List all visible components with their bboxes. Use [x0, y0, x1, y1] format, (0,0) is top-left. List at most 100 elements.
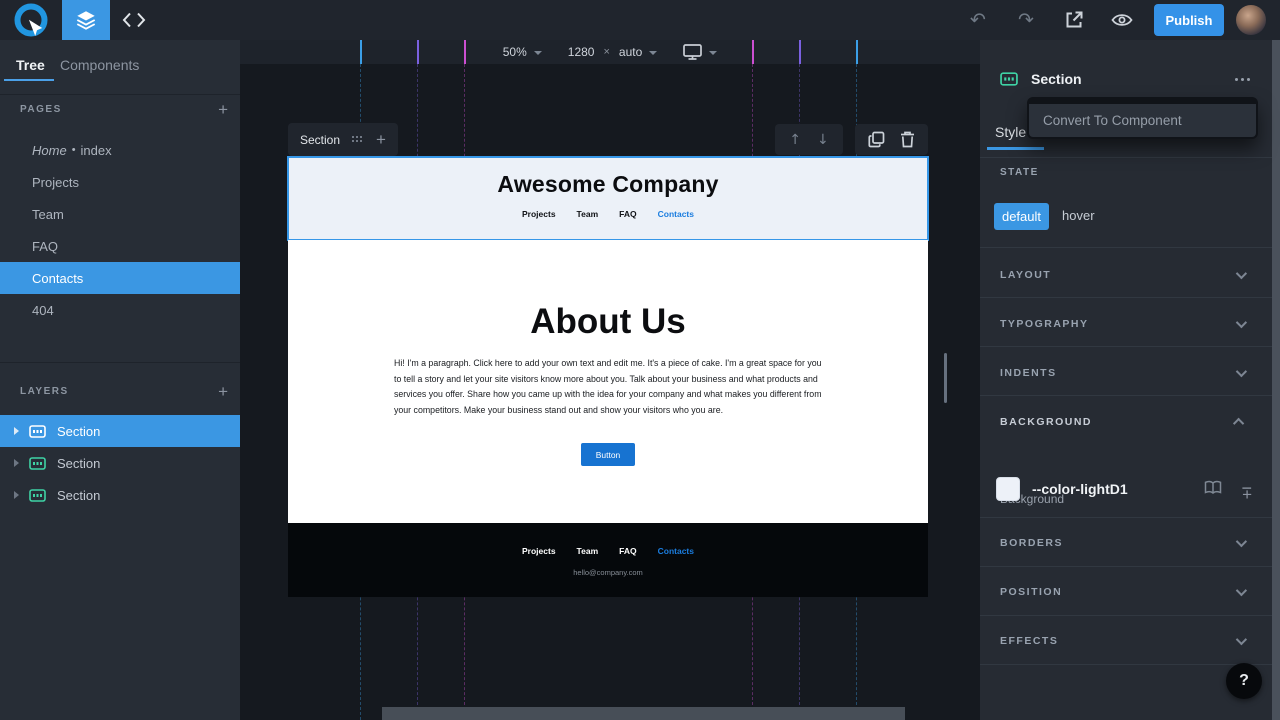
- layer-label: Section: [57, 488, 100, 503]
- viewport-height-value[interactable]: auto: [619, 45, 642, 59]
- sidebar-item-contacts[interactable]: Contacts: [0, 262, 240, 294]
- code-icon: [122, 12, 146, 28]
- menu-item-convert-to-component[interactable]: Convert To Component: [1029, 104, 1256, 137]
- expand-caret-icon[interactable]: [14, 459, 19, 467]
- chevron-down-icon: [1236, 535, 1247, 546]
- chevron-down-icon: [649, 51, 657, 55]
- publish-button[interactable]: Publish: [1154, 4, 1224, 36]
- element-actions-chip: [855, 124, 928, 155]
- add-layer-button[interactable]: +: [218, 383, 228, 400]
- page-label: Projects: [32, 175, 79, 190]
- preview-button[interactable]: [1098, 0, 1146, 40]
- layers-header-label: LAYERS: [20, 386, 69, 397]
- selected-element-label: Section: [300, 133, 340, 147]
- remove-background-button[interactable]: −: [1241, 478, 1252, 499]
- tab-style[interactable]: Style: [995, 124, 1026, 140]
- page-label: 404: [32, 303, 54, 318]
- sidebar-item-404[interactable]: 404: [0, 294, 240, 326]
- zoom-value: 50%: [503, 45, 527, 59]
- selected-element-chip: Section +: [288, 123, 398, 156]
- breakpoint-marker[interactable]: [752, 40, 754, 64]
- add-element-button[interactable]: +: [376, 131, 386, 148]
- breakpoint-marker[interactable]: [360, 40, 362, 64]
- pages-section-header: PAGES +: [20, 100, 228, 118]
- state-hover-option[interactable]: hover: [1062, 208, 1095, 223]
- accordion-typography[interactable]: TYPOGRAPHY: [980, 299, 1272, 348]
- design-canvas: 50% 1280 × auto Section + ↑ ↓: [240, 40, 980, 720]
- state-default-option[interactable]: default: [994, 203, 1049, 230]
- chevron-down-icon: [534, 51, 542, 55]
- nav-link-contacts[interactable]: Contacts: [658, 209, 694, 219]
- breakpoint-marker[interactable]: [464, 40, 466, 64]
- chevron-down-icon: [1236, 365, 1247, 376]
- breakpoint-marker[interactable]: [799, 40, 801, 64]
- user-avatar[interactable]: [1236, 5, 1266, 35]
- background-color-value[interactable]: --color-lightD1: [1032, 481, 1128, 497]
- footer-link-team[interactable]: Team: [577, 546, 599, 556]
- canvas-horizontal-scrollbar[interactable]: [382, 707, 905, 720]
- layers-icon: [75, 9, 97, 31]
- canvas-section-header[interactable]: Awesome Company Projects Team FAQ Contac…: [288, 157, 928, 240]
- zoom-select[interactable]: 50%: [503, 45, 542, 59]
- breakpoint-marker[interactable]: [417, 40, 419, 64]
- inspector-element-title: Section: [1031, 71, 1082, 87]
- accordion-background[interactable]: BACKGROUND: [980, 397, 1272, 446]
- drag-handle-icon[interactable]: [352, 136, 364, 144]
- canvas-section-about[interactable]: About Us Hi! I'm a paragraph. Click here…: [288, 240, 928, 523]
- canvas-section-footer[interactable]: Projects Team FAQ Contacts hello@company…: [288, 523, 928, 597]
- sidebar-item-team[interactable]: Team: [0, 198, 240, 230]
- accordion-effects[interactable]: EFFECTS: [980, 616, 1272, 665]
- accordion-layout[interactable]: LAYOUT: [980, 250, 1272, 299]
- canvas-vertical-scrollbar[interactable]: [944, 353, 947, 403]
- device-select[interactable]: [683, 44, 717, 60]
- duplicate-icon[interactable]: [868, 131, 885, 148]
- accordion-borders[interactable]: BORDERS: [980, 518, 1272, 567]
- about-heading[interactable]: About Us: [288, 302, 928, 342]
- cta-button[interactable]: Button: [581, 443, 635, 466]
- accordion-indents[interactable]: INDENTS: [980, 348, 1272, 397]
- chevron-down-icon: [1236, 584, 1247, 595]
- inspector-scrollbar[interactable]: [1272, 40, 1280, 720]
- move-down-button[interactable]: ↓: [817, 132, 829, 148]
- app-logo[interactable]: [0, 0, 62, 40]
- delete-icon[interactable]: [900, 131, 915, 148]
- footer-email[interactable]: hello@company.com: [288, 568, 928, 577]
- move-up-button[interactable]: ↑: [789, 132, 801, 148]
- undo-button[interactable]: ↶: [954, 0, 1002, 40]
- viewport-width-value[interactable]: 1280: [568, 45, 595, 59]
- nav-link-projects[interactable]: Projects: [522, 209, 556, 219]
- layer-row-section-3[interactable]: Section: [0, 479, 240, 511]
- element-menu-button[interactable]: [1231, 74, 1254, 85]
- sidebar-item-faq[interactable]: FAQ: [0, 230, 240, 262]
- style-guide-book-icon[interactable]: [1204, 480, 1222, 495]
- sidebar-item-projects[interactable]: Projects: [0, 166, 240, 198]
- add-page-button[interactable]: +: [218, 101, 228, 118]
- expand-caret-icon[interactable]: [14, 491, 19, 499]
- expand-caret-icon[interactable]: [14, 427, 19, 435]
- panel-divider: [980, 395, 1272, 396]
- sidebar-item-home[interactable]: Home • index: [0, 134, 240, 166]
- share-button[interactable]: [1050, 0, 1098, 40]
- section-layer-icon: [29, 489, 46, 502]
- help-button[interactable]: ?: [1226, 663, 1262, 699]
- breakpoint-marker[interactable]: [856, 40, 858, 64]
- code-view-button[interactable]: [110, 0, 158, 40]
- layer-row-section-1[interactable]: Section: [0, 415, 240, 447]
- footer-link-faq[interactable]: FAQ: [619, 546, 636, 556]
- viewport-size-control[interactable]: 1280 × auto: [568, 45, 658, 59]
- footer-link-projects[interactable]: Projects: [522, 546, 556, 556]
- site-title[interactable]: Awesome Company: [288, 157, 928, 198]
- nav-link-team[interactable]: Team: [577, 209, 599, 219]
- nav-link-faq[interactable]: FAQ: [619, 209, 636, 219]
- section-layer-icon: [29, 425, 46, 438]
- accordion-position[interactable]: POSITION: [980, 567, 1272, 616]
- redo-button[interactable]: ↷: [1002, 0, 1050, 40]
- panel-divider: [980, 297, 1272, 298]
- footer-link-contacts[interactable]: Contacts: [658, 546, 694, 556]
- tab-components[interactable]: Components: [60, 57, 139, 73]
- background-color-swatch[interactable]: [996, 477, 1020, 501]
- layers-panel-button[interactable]: [62, 0, 110, 40]
- about-paragraph[interactable]: Hi! I'm a paragraph. Click here to add y…: [394, 356, 822, 418]
- tab-tree[interactable]: Tree: [16, 57, 45, 73]
- layer-row-section-2[interactable]: Section: [0, 447, 240, 479]
